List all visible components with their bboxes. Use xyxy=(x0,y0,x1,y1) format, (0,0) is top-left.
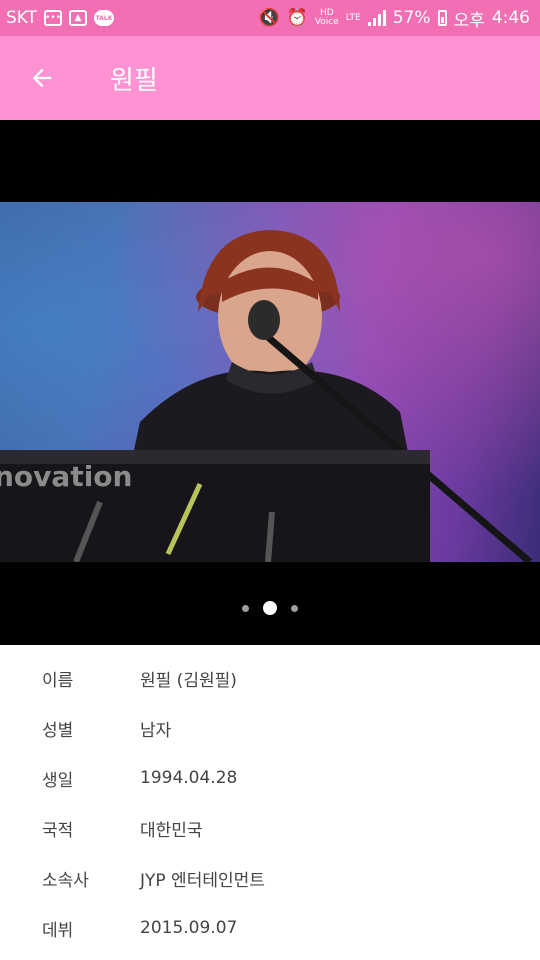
clock-time: 4:46 xyxy=(491,8,530,28)
mute-icon: 🔇 xyxy=(258,8,280,28)
signal-strength-icon xyxy=(367,10,386,26)
info-row-agency: 소속사 JYP 엔터테인먼트 xyxy=(0,853,540,903)
info-label: 생일 xyxy=(42,770,74,791)
ampm-label: 오후 xyxy=(453,10,485,31)
info-label: 성별 xyxy=(42,720,74,741)
page-dot[interactable] xyxy=(242,604,249,612)
info-row-nationality: 국적 대한민국 xyxy=(0,803,540,853)
page-dot-active[interactable] xyxy=(263,601,277,615)
battery-percent: 57% xyxy=(392,8,431,28)
info-value: JYP 엔터테인먼트 xyxy=(140,870,265,891)
profile-photo[interactable]: novation xyxy=(0,202,540,562)
info-label: 이름 xyxy=(42,670,74,691)
info-label: 소속사 xyxy=(42,870,89,891)
info-row-gender: 성별 남자 xyxy=(0,703,540,753)
profile-info-list: 이름 원필 (김원필) 성별 남자 생일 1994.04.28 국적 대한민국 … xyxy=(0,653,540,953)
app-bar: 원필 xyxy=(0,36,540,120)
page-dot[interactable] xyxy=(291,604,298,612)
info-row-birthday: 생일 1994.04.28 xyxy=(0,753,540,803)
status-bar-left: SKT ••• ▲ TALK xyxy=(6,8,115,28)
info-row-debut: 데뷔 2015.09.07 xyxy=(0,903,540,953)
hd-voice-indicator: HD Voice xyxy=(315,9,339,27)
info-value: 대한민국 xyxy=(140,820,203,841)
info-label: 국적 xyxy=(42,820,74,841)
performer-illustration: novation xyxy=(0,230,533,562)
photo-gallery[interactable]: novation xyxy=(0,120,540,645)
battery-icon xyxy=(437,10,447,26)
info-label: 데뷔 xyxy=(42,920,74,941)
message-notification-icon: ••• xyxy=(44,10,63,26)
keyboard-brand-text: novation xyxy=(0,460,132,493)
back-arrow-icon xyxy=(32,68,52,88)
status-bar-right: 🔇 ⏰ HD Voice LTE 57% 오후 4:46 xyxy=(258,6,530,31)
lte-indicator: LTE xyxy=(345,12,361,23)
voice-label: Voice xyxy=(314,17,339,27)
carrier-label: SKT xyxy=(6,8,38,28)
image-notification-icon: ▲ xyxy=(69,10,88,26)
status-bar: SKT ••• ▲ TALK 🔇 ⏰ HD Voice LTE 57% 오후 4… xyxy=(0,0,540,36)
info-value: 1994.04.28 xyxy=(140,768,238,788)
talk-notification-icon: TALK xyxy=(94,10,115,26)
info-value: 원필 (김원필) xyxy=(140,670,237,691)
info-row-name: 이름 원필 (김원필) xyxy=(0,653,540,703)
alarm-icon: ⏰ xyxy=(286,8,308,28)
info-value: 남자 xyxy=(140,720,172,741)
page-title: 원필 xyxy=(110,65,158,96)
back-button[interactable] xyxy=(14,50,70,106)
info-value: 2015.09.07 xyxy=(140,918,238,938)
page-indicator xyxy=(0,596,540,620)
